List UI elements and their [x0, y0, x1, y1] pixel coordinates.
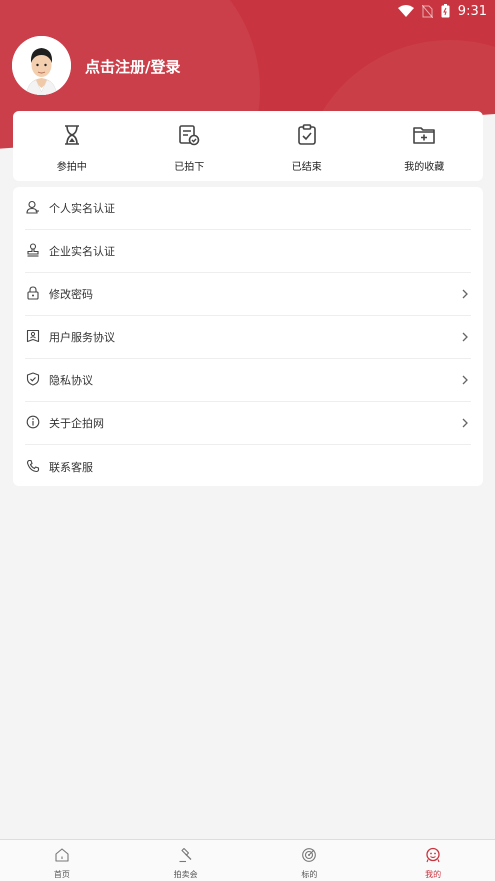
order-stats-card: 参拍中 已拍下 已结束 我的收藏 [13, 111, 483, 181]
menu-about[interactable]: 关于企拍网 [25, 402, 471, 445]
menu-user-agreement[interactable]: 用户服务协议 [25, 316, 471, 359]
shield-check-icon [26, 372, 42, 388]
chevron-right-icon [462, 418, 468, 428]
menu-contact-support[interactable]: 联系客服 [25, 445, 471, 488]
tab-label: 首页 [53, 870, 70, 879]
chevron-right-icon [462, 289, 468, 299]
tab-home[interactable]: 首页 [0, 840, 124, 881]
profile-icon [425, 847, 441, 867]
menu-label: 个人实名认证 [49, 202, 115, 215]
menu-label: 修改密码 [49, 288, 93, 301]
user-agreement-icon [26, 329, 42, 345]
menu-label: 关于企拍网 [49, 417, 104, 430]
tab-label: 拍卖会 [173, 870, 198, 879]
stat-label: 已结束 [291, 162, 322, 173]
battery-icon [441, 4, 450, 18]
folder-plus-icon [412, 123, 436, 151]
menu-privacy-agreement[interactable]: 隐私协议 [25, 359, 471, 402]
menu-label: 隐私协议 [49, 374, 93, 387]
home-icon [54, 847, 70, 867]
status-bar: 9:31 [0, 0, 495, 22]
chevron-right-icon [462, 332, 468, 342]
stat-label: 我的收藏 [404, 162, 445, 173]
menu-label: 用户服务协议 [49, 331, 115, 344]
chevron-right-icon [462, 375, 468, 385]
stat-favorites[interactable]: 我的收藏 [366, 111, 484, 181]
tab-mine[interactable]: 我的 [371, 840, 495, 881]
tab-auctions[interactable]: 拍卖会 [124, 840, 248, 881]
clipboard-check-icon [295, 123, 319, 151]
target-icon [301, 847, 317, 867]
info-icon [26, 415, 42, 431]
lock-icon [26, 286, 42, 302]
avatar[interactable] [12, 36, 71, 95]
stat-bidding[interactable]: 参拍中 [13, 111, 131, 181]
stat-label: 参拍中 [56, 162, 87, 173]
person-icon [26, 200, 42, 216]
stat-ended[interactable]: 已结束 [248, 111, 366, 181]
document-check-icon [177, 123, 201, 151]
no-sim-icon [421, 4, 433, 18]
gavel-icon [178, 847, 194, 867]
login-register-link[interactable]: 点击注册/登录 [85, 56, 180, 77]
settings-menu: 个人实名认证 企业实名认证 修改密码 用户服务协议 隐私协议 关于企拍网 联系客… [13, 187, 483, 486]
phone-icon [26, 459, 42, 475]
tab-label: 标的 [301, 870, 318, 879]
stat-won[interactable]: 已拍下 [131, 111, 249, 181]
stat-label: 已拍下 [174, 162, 205, 173]
menu-enterprise-verification[interactable]: 企业实名认证 [25, 230, 471, 273]
menu-label: 联系客服 [49, 460, 93, 474]
menu-label: 企业实名认证 [49, 245, 115, 258]
status-time: 9:31 [457, 3, 487, 19]
wifi-icon [397, 5, 414, 17]
tab-lots[interactable]: 标的 [248, 840, 372, 881]
menu-change-password[interactable]: 修改密码 [25, 273, 471, 316]
bottom-tab-bar: 首页 拍卖会 标的 我的 [0, 839, 495, 881]
hourglass-icon [60, 123, 84, 151]
tab-label: 我的 [425, 870, 442, 879]
stamp-icon [26, 243, 42, 259]
menu-personal-verification[interactable]: 个人实名认证 [25, 187, 471, 230]
